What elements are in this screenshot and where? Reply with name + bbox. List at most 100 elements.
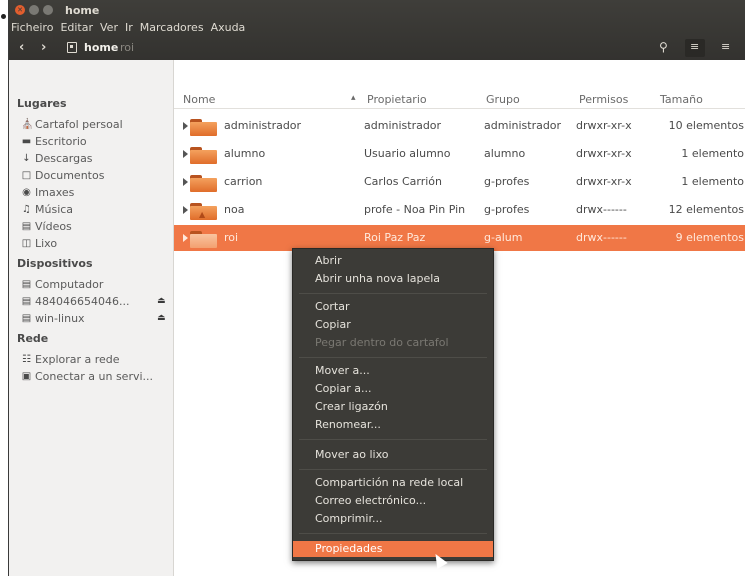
sidebar-item-documentos[interactable]: □ Documentos (21, 167, 105, 183)
expand-icon[interactable] (183, 234, 188, 242)
column-header-nome[interactable]: Nome (183, 93, 215, 106)
row-group: alumno (484, 147, 526, 160)
sidebar-item-label: Documentos (35, 168, 105, 182)
sidebar-item-conectar-servidor[interactable]: ▣ Conectar a un servi... (21, 368, 153, 384)
breadcrumb-roi[interactable]: roi (120, 41, 134, 54)
document-icon: □ (21, 169, 32, 181)
menu-item-crear-ligazon[interactable]: Crear ligazón (293, 399, 493, 415)
menu-marcadores[interactable]: Marcadores (140, 21, 204, 34)
menu-item-renomear[interactable]: Renomear... (293, 417, 493, 433)
column-header-propietario[interactable]: Propietario (367, 93, 427, 106)
row-size: 12 elementos (668, 203, 744, 216)
column-header-tamano[interactable]: Tamaño (660, 93, 703, 106)
menu-item-comparticion-rede[interactable]: Compartición na rede local (293, 475, 493, 491)
close-window-button[interactable]: ✕ (15, 5, 25, 15)
row-group: g-profes (484, 203, 530, 216)
menu-item-mover-a[interactable]: Mover a... (293, 363, 493, 379)
sidebar-item-label: Explorar a rede (35, 352, 120, 366)
breadcrumb-home[interactable]: home (84, 41, 118, 54)
menu-ir[interactable]: Ir (125, 21, 133, 34)
expand-icon[interactable] (183, 122, 188, 130)
menu-item-correo[interactable]: Correo electrónico... (293, 493, 493, 509)
context-menu: Abrir Abrir unha nova lapela Cortar Copi… (292, 248, 494, 561)
table-row[interactable]: carrion Carlos Carrión g-profes drwxr-xr… (174, 169, 745, 195)
camera-icon: ◉ (22, 186, 31, 198)
header-divider (174, 108, 745, 109)
menu-ver[interactable]: Ver (100, 21, 118, 34)
forward-arrow-icon[interactable]: › (41, 40, 46, 55)
sidebar-item-label: Imaxes (35, 185, 75, 199)
expand-icon[interactable] (183, 178, 188, 186)
expand-icon[interactable] (183, 150, 188, 158)
sidebar-section-rede: Rede (17, 332, 49, 345)
sidebar-item-videos[interactable]: ▤ Vídeos (21, 218, 72, 234)
row-group: administrador (484, 119, 562, 132)
column-header-grupo[interactable]: Grupo (486, 93, 520, 106)
column-header-permisos[interactable]: Permisos (579, 93, 628, 106)
maximize-window-button[interactable] (43, 5, 53, 15)
drive-icon: ▤ (21, 295, 32, 307)
sidebar-item-computador[interactable]: ▤ Computador (21, 276, 104, 292)
menu-item-abrir-nova-lapela[interactable]: Abrir unha nova lapela (293, 271, 493, 287)
network-icon: ☷ (22, 353, 31, 365)
menu-separator (299, 533, 487, 534)
row-group: g-profes (484, 175, 530, 188)
sidebar: Lugares ⛪ Cartafol persoal ▬ Escritorio … (9, 60, 174, 576)
sidebar-item-explorar-rede[interactable]: ☷ Explorar a rede (21, 351, 120, 367)
row-perms: drwxr-xr-x (576, 147, 632, 160)
sidebar-item-label: Lixo (35, 236, 58, 250)
sidebar-section-lugares: Lugares (17, 97, 67, 110)
menu-item-pegar-dentro: Pegar dentro do cartafol (315, 336, 449, 349)
menu-editar[interactable]: Editar (60, 21, 93, 34)
drive-icon: ▤ (21, 312, 32, 324)
title-row: ✕ home (9, 0, 745, 20)
menu-item-copiar-a[interactable]: Copiar a... (293, 381, 493, 397)
row-name: alumno (224, 147, 266, 160)
sidebar-item-imaxes[interactable]: ◉ Imaxes (21, 184, 74, 200)
sidebar-item-484046654046[interactable]: ▤ 484046654046... (21, 293, 130, 309)
row-size: 1 elemento (681, 175, 744, 188)
sidebar-item-cartafol-persoal[interactable]: ⛪ Cartafol persoal (21, 116, 123, 132)
menu-ficheiro[interactable]: Ficheiro (11, 21, 53, 34)
sidebar-item-label: Escritorio (35, 134, 87, 148)
list-view-icon[interactable]: ≡ (690, 40, 699, 53)
table-row[interactable]: alumno Usuario alumno alumno drwxr-xr-x … (174, 141, 745, 167)
menu-item-cortar[interactable]: Cortar (293, 299, 493, 315)
menu-item-mover-ao-lixo[interactable]: Mover ao lixo (293, 447, 493, 463)
row-owner: profe - Noa Pin Pin (364, 203, 466, 216)
back-arrow-icon[interactable]: ‹ (19, 40, 24, 55)
download-icon: ↓ (22, 152, 31, 164)
row-owner: Carlos Carrión (364, 175, 442, 188)
sidebar-item-label: Música (35, 202, 74, 216)
eject-icon[interactable]: ⏏ (157, 313, 166, 323)
sidebar-item-label: Conectar a un servi... (35, 369, 154, 383)
search-icon[interactable]: ⚲ (659, 40, 668, 54)
menu-separator (299, 469, 487, 470)
sidebar-item-musica[interactable]: ♫ Música (21, 201, 73, 217)
grid-view-icon[interactable]: ≡ (721, 40, 730, 53)
title-and-toolbar: ✕ home Ficheiro Editar Ver Ir Marcadores… (9, 0, 745, 60)
sidebar-item-lixo[interactable]: ◫ Lixo (21, 235, 57, 251)
row-name: roi (224, 231, 239, 244)
folder-icon (190, 231, 217, 248)
sidebar-item-descargas[interactable]: ↓ Descargas (21, 150, 92, 166)
row-perms: drwx------ (576, 231, 627, 244)
menu-item-propiedades[interactable]: Propiedades (293, 541, 493, 557)
row-perms: drwxr-xr-x (576, 175, 632, 188)
minimize-window-button[interactable] (29, 5, 39, 15)
drive-icon: ▤ (21, 278, 32, 290)
sidebar-item-label: win-linux (35, 311, 85, 325)
menu-item-copiar[interactable]: Copiar (293, 317, 493, 333)
row-name: noa (224, 203, 245, 216)
menu-item-abrir[interactable]: Abrir (293, 253, 493, 269)
eject-icon[interactable]: ⏏ (157, 296, 166, 306)
table-row[interactable]: ▲ noa profe - Noa Pin Pin g-profes drwx-… (174, 197, 745, 223)
table-row[interactable]: administrador administrador administrado… (174, 113, 745, 139)
expand-icon[interactable] (183, 206, 188, 214)
folder-icon (190, 175, 217, 192)
sidebar-item-win-linux[interactable]: ▤ win-linux (21, 310, 85, 326)
menu-item-comprimir[interactable]: Comprimir... (293, 511, 493, 527)
sidebar-item-escritorio[interactable]: ▬ Escritorio (21, 133, 87, 149)
home-folder-icon: ▲ (190, 203, 217, 220)
menu-axuda[interactable]: Axuda (211, 21, 246, 34)
